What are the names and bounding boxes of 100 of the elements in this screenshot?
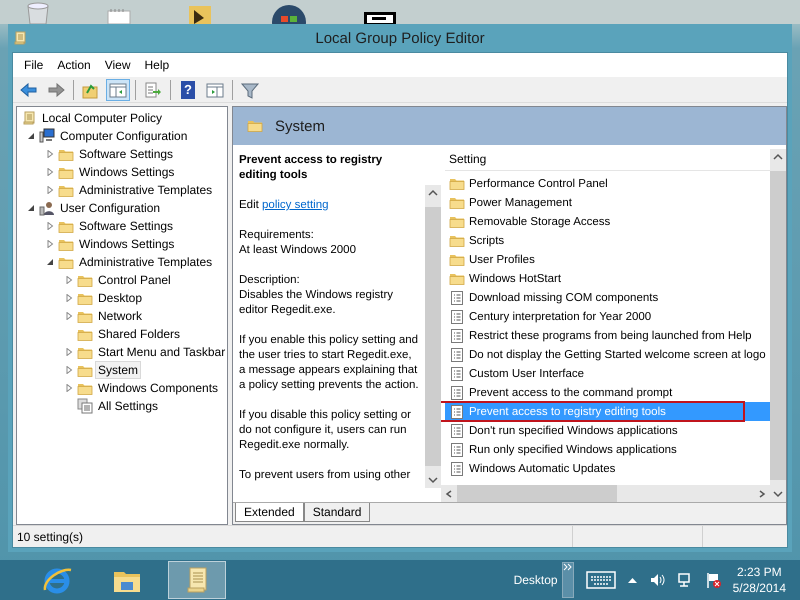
toolbar-button[interactable]: ?	[176, 78, 200, 100]
description-text: Disables the Windows registry editor Regedit.exe.	[239, 288, 394, 318]
tree-item[interactable]: Computer Configuration	[57, 127, 190, 145]
setting-name: Run only specified Windows applications	[469, 444, 677, 456]
setting-row[interactable]: Do not display the Getting Started welcome screen at logo	[445, 345, 770, 364]
collapsed-triangle-icon[interactable]	[46, 168, 54, 176]
keyboard-icon[interactable]	[586, 571, 616, 589]
clock-time[interactable]: 2:23 PM	[736, 564, 782, 580]
folder-icon	[449, 214, 465, 229]
setting-row[interactable]: Windows HotStart	[445, 269, 770, 288]
policy-setting-link[interactable]: policy setting	[262, 199, 329, 211]
description-text: To prevent users from using other	[239, 468, 412, 483]
tree-item[interactable]: Software Settings	[76, 145, 176, 163]
left-chevron-icon[interactable]	[445, 488, 453, 498]
collapsed-triangle-icon[interactable]	[46, 240, 54, 248]
tree-item[interactable]: Windows Settings	[76, 163, 178, 181]
scrollbar-thumb[interactable]	[457, 485, 617, 502]
setting-row[interactable]: Custom User Interface	[445, 364, 770, 383]
tab[interactable]: Extended	[235, 503, 304, 522]
collapsed-triangle-icon[interactable]	[46, 222, 54, 230]
tree-item[interactable]: Administrative Templates	[76, 181, 216, 199]
up-triangle-icon[interactable]	[628, 577, 637, 583]
tree-item[interactable]: Software Settings	[76, 217, 176, 235]
document-icon	[449, 290, 465, 306]
right-chevron-icon[interactable]	[758, 488, 766, 498]
panel-icon	[108, 80, 128, 98]
collapsed-triangle-icon[interactable]	[65, 294, 73, 302]
tree-item[interactable]: User Configuration	[57, 199, 164, 217]
tree-item[interactable]: System	[95, 361, 142, 379]
document-icon	[449, 404, 465, 420]
setting-row[interactable]: User Profiles	[445, 250, 770, 269]
tree-item[interactable]: Local Computer Policy	[39, 109, 166, 127]
expanded-triangle-icon[interactable]	[46, 258, 54, 266]
collapsed-triangle-icon[interactable]	[65, 276, 73, 284]
setting-name: Don't run specified Windows applications	[469, 424, 678, 436]
menu-item[interactable]: Action	[50, 56, 98, 74]
folder-icon	[449, 233, 465, 248]
document-icon	[449, 328, 465, 344]
document-icon	[449, 346, 465, 362]
setting-row[interactable]: Prevent access to the command prompt	[445, 383, 770, 402]
tree-item[interactable]: Administrative Templates	[76, 253, 216, 271]
filter-icon	[240, 80, 260, 98]
window-icon	[364, 12, 396, 24]
setting-row[interactable]: Don't run specified Windows applications	[445, 421, 770, 440]
expanded-triangle-icon[interactable]	[27, 132, 35, 140]
menu-item[interactable]: View	[98, 56, 138, 74]
setting-name: User Profiles	[469, 254, 535, 266]
tab[interactable]: Standard	[304, 503, 370, 522]
expanded-triangle-icon[interactable]	[27, 204, 35, 212]
toolbar-button[interactable]	[106, 78, 130, 100]
tree-item[interactable]: Shared Folders	[95, 325, 184, 343]
toolbar-toggle[interactable]	[562, 562, 574, 598]
taskbar-button[interactable]	[168, 561, 226, 599]
setting-row[interactable]: Century interpretation for Year 2000	[445, 307, 770, 326]
down-chevron-icon[interactable]	[428, 476, 438, 484]
tree-item[interactable]: Desktop	[95, 289, 146, 307]
tree-item[interactable]: All Settings	[95, 397, 162, 415]
setting-row[interactable]: Scripts	[445, 231, 770, 250]
description-text: If you disable this policy setting or do not configure it, users can run Regedit.exe normally.	[239, 408, 412, 453]
export-list-icon	[143, 80, 163, 98]
menu-item[interactable]: Help	[138, 56, 176, 74]
collapsed-triangle-icon[interactable]	[65, 348, 73, 356]
horizontal-scrollbar[interactable]	[441, 485, 770, 502]
up-chevron-icon[interactable]	[773, 153, 783, 161]
description-text: Requirements:	[239, 228, 315, 243]
column-header[interactable]: Setting	[445, 149, 770, 171]
flag-icon[interactable]	[704, 572, 721, 588]
down-chevron-icon[interactable]	[773, 490, 783, 498]
clock-date[interactable]: 5/28/2014	[732, 580, 786, 596]
setting-row[interactable]: Removable Storage Access	[445, 212, 770, 231]
setting-name: Removable Storage Access	[469, 216, 610, 228]
status-text: 10 setting(s)	[16, 530, 84, 544]
up-chevron-icon[interactable]	[428, 189, 438, 197]
description-text: If you enable this policy setting and the user tries to start Regedit.exe, a message appears explaining that a policy setting prevents the action.	[239, 333, 420, 393]
tree-item[interactable]: Control Panel	[95, 271, 174, 289]
collapsed-triangle-icon[interactable]	[65, 312, 73, 320]
tree-item[interactable]: Windows Components	[95, 379, 222, 397]
tree-item[interactable]: Start Menu and Taskbar	[95, 343, 227, 361]
setting-row[interactable]: Performance Control Panel	[445, 174, 770, 193]
menu-item[interactable]: File	[17, 56, 50, 74]
setting-row[interactable]: Restrict these programs from being launched from Help	[445, 326, 770, 345]
setting-row[interactable]: Power Management	[445, 193, 770, 212]
pane-title: System	[275, 118, 326, 134]
collapsed-triangle-icon[interactable]	[65, 366, 73, 374]
speaker-icon[interactable]	[648, 572, 665, 588]
setting-name: Power Management	[469, 196, 572, 208]
collapsed-triangle-icon[interactable]	[65, 384, 73, 392]
collapsed-triangle-icon[interactable]	[46, 186, 54, 194]
setting-name: Prevent access to the command prompt	[469, 386, 672, 398]
scroll-icon	[12, 30, 28, 46]
collapsed-triangle-icon[interactable]	[46, 150, 54, 158]
setting-name: Windows Automatic Updates	[469, 462, 616, 474]
setting-name: Prevent access to registry editing tools	[469, 406, 666, 418]
network-icon[interactable]	[676, 572, 693, 588]
tree-item[interactable]: Windows Settings	[76, 235, 178, 253]
setting-row[interactable]: Download missing COM components	[445, 288, 770, 307]
tree-item[interactable]: Network	[95, 307, 146, 325]
document-icon	[449, 422, 465, 438]
setting-row[interactable]: Windows Automatic Updates	[445, 459, 770, 478]
setting-row[interactable]: Run only specified Windows applications	[445, 440, 770, 459]
